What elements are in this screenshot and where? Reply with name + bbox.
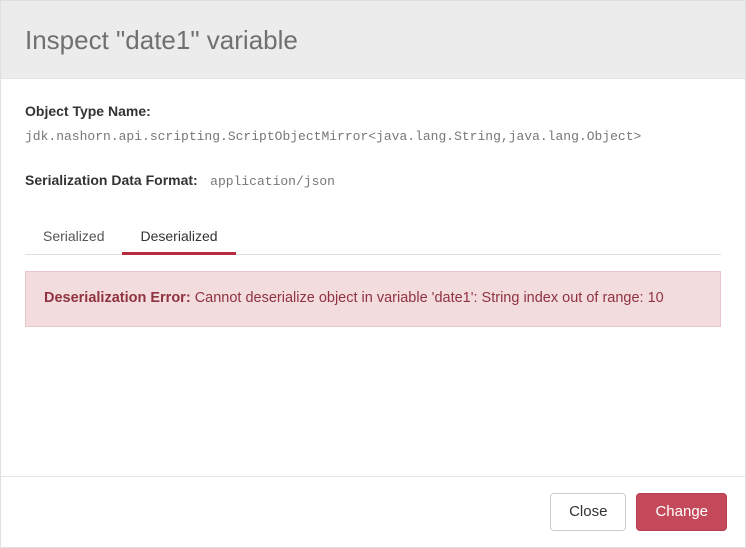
serialization-format-value: application/json [210, 174, 335, 189]
change-button[interactable]: Change [636, 493, 727, 531]
dialog-title: Inspect "date1" variable [25, 25, 721, 56]
error-label: Deserialization Error: [44, 290, 191, 306]
serialization-format-field: Serialization Data Format: application/j… [25, 172, 721, 190]
deserialization-error-panel: Deserialization Error: Cannot deserializ… [25, 271, 721, 327]
dialog-footer: Close Change [1, 476, 745, 547]
dialog-body: Object Type Name: jdk.nashorn.api.script… [1, 79, 745, 476]
close-button[interactable]: Close [550, 493, 626, 531]
error-message: Cannot deserialize object in variable 'd… [195, 290, 664, 306]
dialog-header: Inspect "date1" variable [1, 1, 745, 79]
serialization-tabs: Serialized Deserialized [25, 218, 721, 255]
tab-serialized[interactable]: Serialized [25, 218, 122, 254]
object-type-label: Object Type Name: [25, 103, 151, 119]
object-type-value: jdk.nashorn.api.scripting.ScriptObjectMi… [25, 129, 721, 144]
serialization-format-label: Serialization Data Format: [25, 172, 198, 188]
object-type-field: Object Type Name: jdk.nashorn.api.script… [25, 103, 721, 144]
tab-deserialized[interactable]: Deserialized [122, 218, 235, 254]
inspect-variable-dialog: Inspect "date1" variable Object Type Nam… [0, 0, 746, 548]
